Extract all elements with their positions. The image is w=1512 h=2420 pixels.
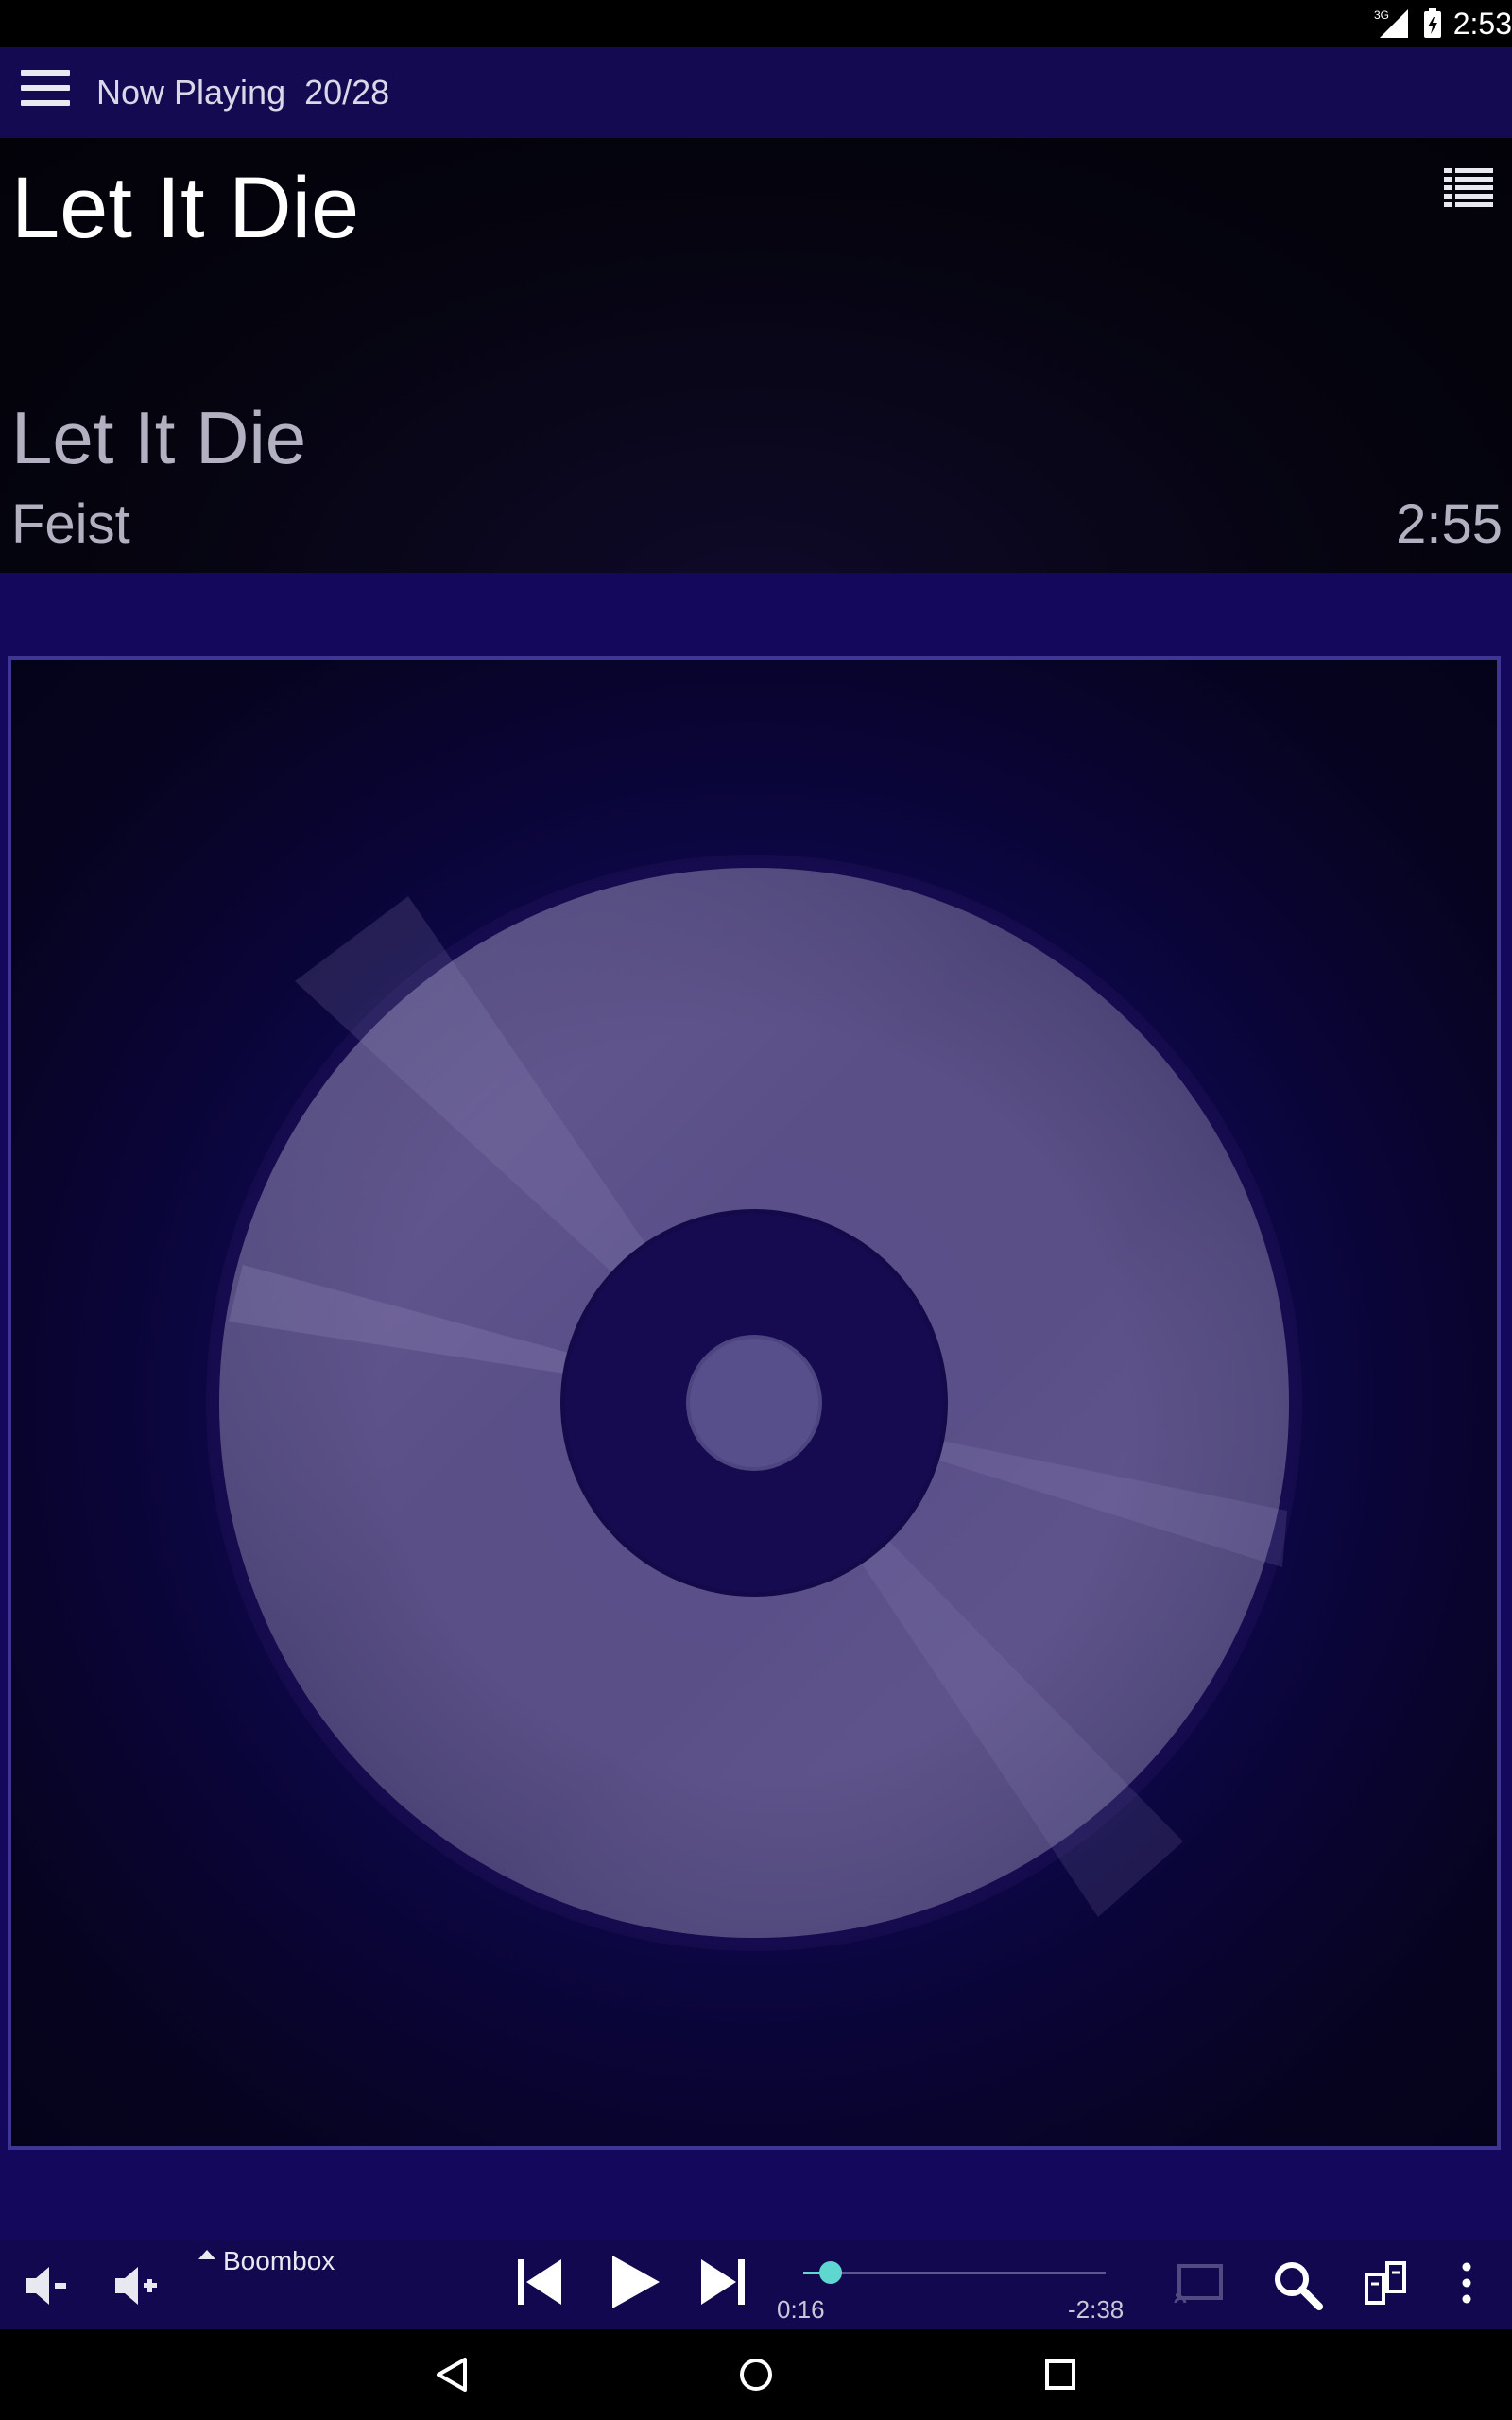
skip-previous-icon[interactable] — [516, 2256, 565, 2308]
play-icon[interactable] — [609, 2254, 662, 2310]
album-art-area — [0, 573, 1512, 2240]
skip-next-icon[interactable] — [697, 2256, 747, 2308]
playlist-title: Let It Die — [11, 160, 360, 256]
battery-icon — [1423, 8, 1441, 38]
elapsed-time: 0:16 — [777, 2295, 825, 2324]
chevron-up-icon — [198, 2250, 215, 2259]
song-title: Let It Die — [11, 396, 307, 479]
recents-icon[interactable] — [1043, 2358, 1077, 2392]
home-icon[interactable] — [737, 2356, 775, 2394]
network-type-label: 3G — [1374, 9, 1389, 22]
list-view-icon[interactable] — [1444, 166, 1493, 216]
cellular-signal-icon: 3G — [1374, 9, 1408, 38]
volume-down-icon[interactable] — [23, 2263, 70, 2308]
seek-bar[interactable] — [803, 2261, 1106, 2284]
track-duration: 2:55 — [1396, 493, 1503, 555]
artist-name: Feist — [11, 493, 130, 555]
playback-control-bar: Boombox 0:16 -2:38 — [0, 2240, 1512, 2329]
status-bar: 3G 2:53 — [0, 0, 1512, 47]
system-navigation-bar — [0, 2329, 1512, 2420]
output-device-label[interactable]: Boombox — [223, 2246, 335, 2276]
volume-up-icon[interactable] — [112, 2261, 163, 2310]
now-playing-title: Now Playing 20/28 — [96, 73, 390, 112]
more-vert-icon[interactable] — [1459, 2259, 1474, 2307]
status-icons: 3G 2:53 — [1374, 8, 1512, 40]
seek-bar-thumb[interactable] — [818, 2261, 842, 2284]
search-icon[interactable] — [1272, 2259, 1323, 2310]
cd-disc-image — [206, 855, 1302, 1951]
status-time: 2:53 — [1452, 7, 1512, 41]
hamburger-menu-icon[interactable] — [21, 70, 70, 115]
track-header: Let It Die Let It Die Feist 2:55 — [0, 138, 1512, 573]
back-icon[interactable] — [433, 2356, 471, 2394]
remaining-time: -2:38 — [1068, 2295, 1125, 2324]
cast-icon[interactable] — [1174, 2263, 1225, 2305]
app-bar: Now Playing 20/28 — [0, 47, 1512, 138]
album-art-frame[interactable] — [8, 656, 1501, 2150]
queue-icon[interactable] — [1363, 2259, 1410, 2307]
